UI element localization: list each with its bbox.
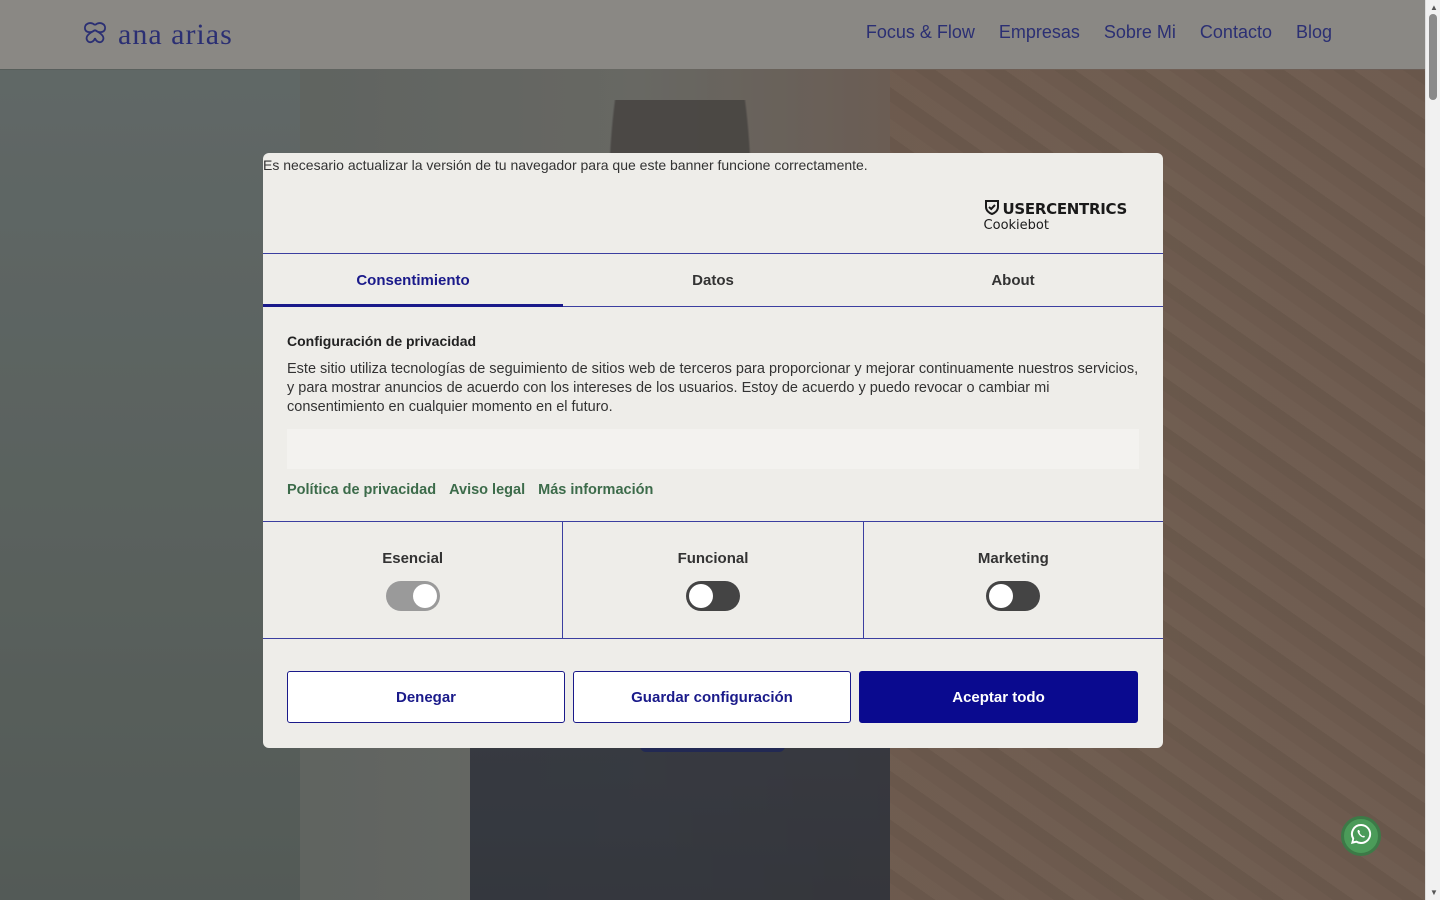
nav-empresas[interactable]: Empresas — [999, 22, 1080, 43]
consent-categories: Esencial Funcional Marketing — [263, 521, 1163, 639]
esencial-toggle[interactable] — [385, 581, 440, 611]
category-label: Esencial — [382, 550, 444, 567]
consent-actions: Denegar Guardar configuración Aceptar to… — [287, 671, 1139, 723]
toggle-knob — [989, 584, 1014, 608]
category-esencial: Esencial — [263, 522, 562, 638]
privacy-heading: Configuración de privacidad — [287, 333, 477, 349]
marketing-toggle[interactable] — [986, 581, 1041, 611]
logo-icon — [82, 21, 108, 50]
browser-warning: Es necesario actualizar la versión de tu… — [263, 157, 868, 173]
privacy-body: Este sitio utiliza tecnologías de seguim… — [287, 361, 1139, 415]
nav-blog[interactable]: Blog — [1296, 22, 1332, 43]
brand-product: Cookiebot — [983, 218, 1049, 233]
save-settings-button[interactable]: Guardar configuración — [573, 671, 851, 723]
logo-text: ana arias — [118, 18, 233, 51]
nav-sobre-mi[interactable]: Sobre Mi — [1104, 22, 1176, 43]
consent-tabs: Consentimiento Datos About — [263, 253, 1163, 307]
usercentrics-logo[interactable]: USERCENTRICS Cookiebot — [984, 199, 1127, 233]
nav-focus-flow[interactable]: Focus & Flow — [866, 22, 975, 43]
consent-placeholder-box — [287, 429, 1139, 469]
category-marketing: Marketing — [862, 522, 1163, 638]
category-label: Marketing — [977, 550, 1049, 567]
site-logo[interactable]: ana arias — [82, 18, 233, 52]
tab-about[interactable]: About — [863, 254, 1163, 306]
whatsapp-button[interactable] — [1341, 816, 1381, 856]
whatsapp-icon — [1349, 822, 1373, 851]
consent-content: Configuración de privacidad Este sitio u… — [287, 333, 1139, 498]
toggle-knob — [412, 584, 437, 608]
more-info-link[interactable]: Más información — [538, 482, 653, 498]
cookie-consent-dialog: Es necesario actualizar la versión de tu… — [263, 153, 1163, 748]
legal-notice-link[interactable]: Aviso legal — [449, 482, 525, 498]
category-label: Funcional — [677, 550, 749, 567]
deny-button[interactable]: Denegar — [287, 671, 565, 723]
page-scrollbar[interactable]: ▲ ▼ — [1425, 0, 1440, 900]
privacy-policy-link[interactable]: Política de privacidad — [287, 482, 436, 498]
toggle-knob — [688, 584, 713, 608]
tab-datos[interactable]: Datos — [563, 254, 863, 306]
shield-check-icon — [984, 199, 1000, 219]
tab-consentimiento[interactable]: Consentimiento — [263, 254, 563, 307]
accept-all-button[interactable]: Aceptar todo — [859, 671, 1138, 723]
brand-name: USERCENTRICS — [1002, 200, 1128, 218]
nav-contacto[interactable]: Contacto — [1200, 22, 1272, 43]
main-nav: Focus & Flow Empresas Sobre Mi Contacto … — [866, 22, 1332, 43]
scrollbar-thumb[interactable] — [1429, 14, 1437, 100]
funcional-toggle[interactable] — [685, 581, 740, 611]
scroll-down-arrow-icon[interactable]: ▼ — [1430, 888, 1438, 897]
policy-links: Política de privacidad Aviso legal Más i… — [287, 482, 1139, 498]
site-header: ana arias Focus & Flow Empresas Sobre Mi… — [0, 0, 1425, 69]
category-funcional: Funcional — [562, 522, 862, 638]
scroll-up-arrow-icon[interactable]: ▲ — [1430, 3, 1438, 12]
